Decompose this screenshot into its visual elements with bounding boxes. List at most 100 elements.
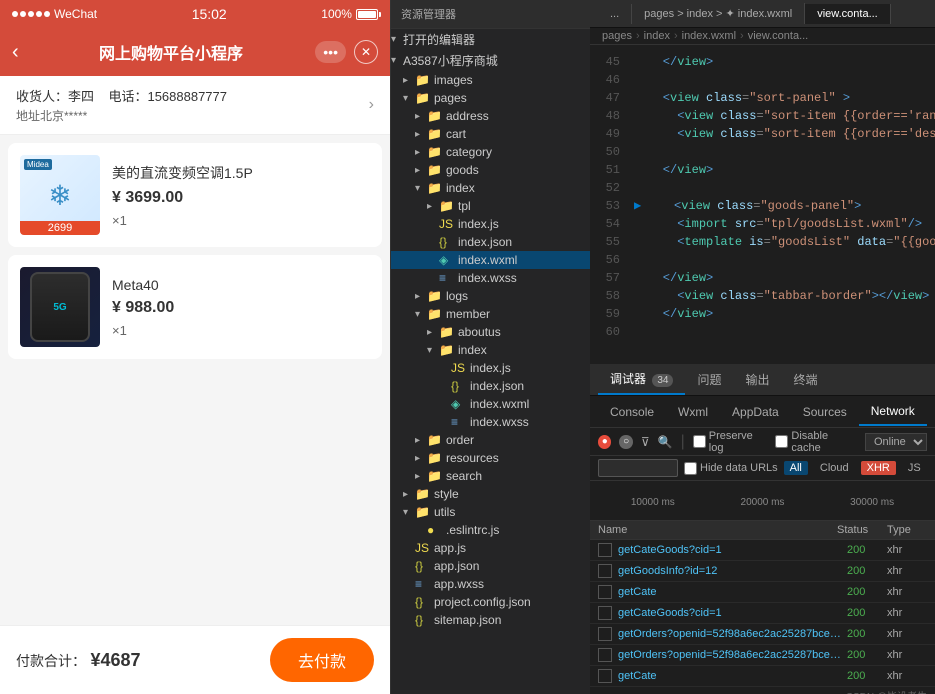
tree-item-aboutus[interactable]: ▸ 📁 aboutus: [391, 323, 590, 341]
row-name-2: getCate: [618, 586, 847, 598]
tree-item-m-index-wxml[interactable]: ▸ ◈ index.wxml: [391, 395, 590, 413]
disable-cache-label: Disable cache: [791, 430, 857, 454]
filter-cloud-button[interactable]: Cloud: [814, 461, 855, 475]
tab-wxml[interactable]: Wxml: [666, 399, 720, 425]
tree-item-index-js[interactable]: ▸ JS index.js: [391, 215, 590, 233]
arrow-icon: ▸: [403, 489, 415, 500]
tree-item-member[interactable]: ▾ 📁 member: [391, 305, 590, 323]
filter-all-button[interactable]: All: [784, 461, 808, 475]
hide-data-urls-input[interactable]: [684, 462, 697, 475]
tab-terminal[interactable]: 终端: [782, 365, 830, 394]
tab-network[interactable]: Network: [859, 398, 927, 426]
disable-cache-input[interactable]: [775, 435, 788, 448]
network-row-1[interactable]: getGoodsInfo?id=12 200 xhr: [590, 561, 935, 582]
tree-item-style[interactable]: ▸ 📁 style: [391, 485, 590, 503]
tree-item-app-json[interactable]: ▸ {} app.json: [391, 557, 590, 575]
tab-output[interactable]: 输出: [734, 365, 782, 394]
network-row-4[interactable]: getOrders?openid=52f98a6ec2ac25287bce413…: [590, 624, 935, 645]
network-row-3[interactable]: getCateGoods?cid=1 200 xhr: [590, 603, 935, 624]
clear-button[interactable]: ○: [619, 435, 632, 449]
tree-item-index-wxss[interactable]: ▸ ≡ index.wxss: [391, 269, 590, 287]
hide-data-urls-checkbox[interactable]: Hide data URLs: [684, 462, 778, 475]
preserve-log-input[interactable]: [693, 435, 706, 448]
tree-item-index-folder[interactable]: ▾ 📁 index: [391, 179, 590, 197]
network-row-6[interactable]: getCate 200 xhr: [590, 666, 935, 687]
tree-item-sitemap-json[interactable]: ▸ {} sitemap.json: [391, 611, 590, 629]
tree-item-images[interactable]: ▸ 📁 images: [391, 71, 590, 89]
network-row-2[interactable]: getCate 200 xhr: [590, 582, 935, 603]
tree-item-pages[interactable]: ▾ 📁 pages: [391, 89, 590, 107]
code-line-46: [634, 71, 935, 89]
cart-items-list: Midea ❄ 2699 美的直流变频空调1.5P ¥ 3699.00 ×1 5…: [0, 135, 390, 625]
preserve-log-checkbox[interactable]: Preserve log: [693, 430, 768, 454]
tree-item-utils[interactable]: ▾ 📁 utils: [391, 503, 590, 521]
search-icon[interactable]: 🔍: [658, 435, 673, 449]
filter-icon[interactable]: ⊽: [641, 435, 650, 449]
tree-item-cart[interactable]: ▸ 📁 cart: [391, 125, 590, 143]
tree-label: category: [446, 145, 590, 159]
tab-view-conta[interactable]: view.conta...: [805, 4, 891, 24]
address-arrow-icon[interactable]: ›: [369, 96, 374, 114]
tab-sources[interactable]: Sources: [791, 399, 859, 425]
arrow-icon: ▸: [427, 201, 439, 212]
tree-item-member-index[interactable]: ▾ 📁 index: [391, 341, 590, 359]
tree-item-goods[interactable]: ▸ 📁 goods: [391, 161, 590, 179]
tree-item-order[interactable]: ▸ 📁 order: [391, 431, 590, 449]
item-image-ac: Midea ❄ 2699: [20, 155, 100, 235]
row-checkbox[interactable]: [598, 543, 612, 557]
tree-item-logs[interactable]: ▸ 📁 logs: [391, 287, 590, 305]
row-checkbox[interactable]: [598, 564, 612, 578]
row-checkbox[interactable]: [598, 627, 612, 641]
tab-console[interactable]: Console: [598, 399, 666, 425]
tab-appdata[interactable]: AppData: [720, 399, 791, 425]
address-bar[interactable]: 收货人：李四 电话：15688887777 地址北京***** ›: [0, 76, 390, 135]
tree-item-m-index-js[interactable]: ▸ JS index.js: [391, 359, 590, 377]
checkout-button[interactable]: 去付款: [270, 638, 374, 682]
more-button[interactable]: •••: [315, 41, 346, 63]
tree-item-address[interactable]: ▸ 📁 address: [391, 107, 590, 125]
filter-js-button[interactable]: JS: [902, 461, 927, 475]
tree-item-index-json[interactable]: ▸ {} index.json: [391, 233, 590, 251]
row-checkbox[interactable]: [598, 606, 612, 620]
tree-item-app-wxss[interactable]: ▸ ≡ app.wxss: [391, 575, 590, 593]
tree-item-search[interactable]: ▸ 📁 search: [391, 467, 590, 485]
item-name-ac: 美的直流变频空调1.5P: [112, 163, 370, 183]
tab-pages-index[interactable]: pages > index > ✦ index.wxml: [632, 3, 805, 24]
tree-label: address: [446, 109, 590, 123]
arrow-icon: ▸: [415, 471, 427, 482]
tree-item-project-json[interactable]: ▸ {} project.config.json: [391, 593, 590, 611]
tree-item-m-index-wxss[interactable]: ▸ ≡ index.wxss: [391, 413, 590, 431]
tab-memo[interactable]: Memo: [927, 399, 935, 425]
arrow-icon: ▸: [415, 147, 427, 158]
address-info: 收货人：李四 电话：15688887777 地址北京*****: [16, 86, 227, 124]
tree-item-resources[interactable]: ▸ 📁 resources: [391, 449, 590, 467]
tree-item-category[interactable]: ▸ 📁 category: [391, 143, 590, 161]
tree-item-tpl[interactable]: ▸ 📁 tpl: [391, 197, 590, 215]
close-button[interactable]: ✕: [354, 40, 378, 64]
tree-item-m-index-json[interactable]: ▸ {} index.json: [391, 377, 590, 395]
record-button[interactable]: ●: [598, 435, 611, 449]
tree-item-app-js[interactable]: ▸ JS app.js: [391, 539, 590, 557]
tab-ellipsis[interactable]: ...: [598, 4, 632, 24]
tab-debugger[interactable]: 调试器 34: [598, 364, 685, 395]
row-status-0: 200: [847, 544, 887, 556]
row-checkbox[interactable]: [598, 669, 612, 683]
back-button[interactable]: ‹: [12, 41, 19, 64]
network-row-5[interactable]: getOrders?openid=52f98a6ec2ac25287bce413…: [590, 645, 935, 666]
network-select[interactable]: Online: [865, 433, 927, 451]
item-price-ac: ¥ 3699.00: [112, 189, 370, 207]
tab-issues[interactable]: 问题: [685, 365, 733, 394]
tree-section-editor[interactable]: ▾ 打开的编辑器: [391, 29, 590, 50]
tree-label: A3587小程序商城: [403, 52, 590, 69]
row-checkbox[interactable]: [598, 648, 612, 662]
disable-cache-checkbox[interactable]: Disable cache: [775, 430, 857, 454]
tree-item-index-wxml[interactable]: ▸ ◈ index.wxml: [391, 251, 590, 269]
row-checkbox[interactable]: [598, 585, 612, 599]
tree-section-project[interactable]: ▾ A3587小程序商城: [391, 50, 590, 71]
tree-item-eslint[interactable]: ▸ ● .eslintrc.js: [391, 521, 590, 539]
filter-input[interactable]: [598, 459, 678, 477]
network-row-0[interactable]: getCateGoods?cid=1 200 xhr: [590, 540, 935, 561]
filter-xhr-button[interactable]: XHR: [861, 461, 896, 475]
item-price-phone: ¥ 988.00: [112, 299, 370, 317]
js-file-icon: ●: [427, 523, 443, 537]
